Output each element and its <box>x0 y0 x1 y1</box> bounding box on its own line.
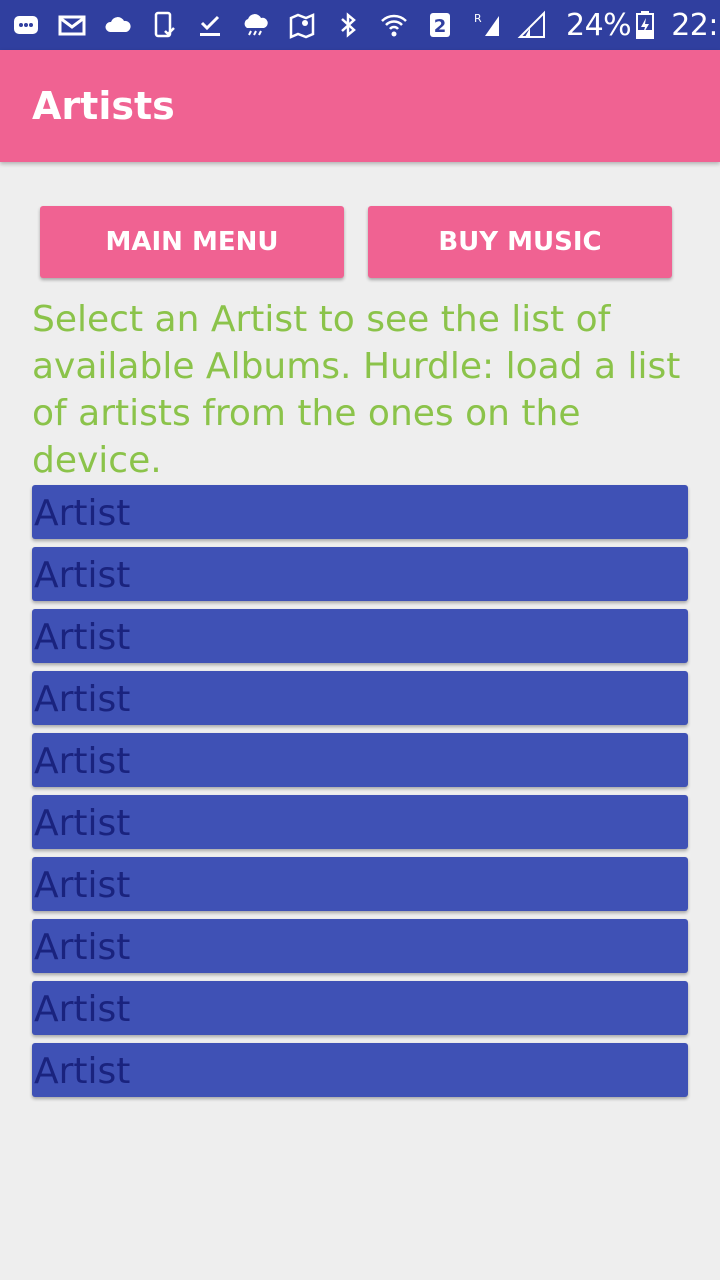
bluetooth-icon <box>332 10 364 40</box>
instructions-text: Select an Artist to see the list of avai… <box>32 299 681 481</box>
list-item[interactable]: Artist <box>32 671 688 725</box>
wifi-icon <box>378 10 410 40</box>
system-status: 2 R 24% 22:29 <box>332 0 720 50</box>
list-item[interactable]: Artist <box>32 733 688 787</box>
notification-icons <box>0 0 332 50</box>
mail-icon <box>56 10 88 40</box>
messaging-icon <box>10 10 42 40</box>
page-title: Artists <box>32 84 175 128</box>
list-item[interactable]: Artist <box>32 485 688 539</box>
list-item[interactable]: Artist <box>32 857 688 911</box>
app-bar: Artists <box>0 50 720 162</box>
main-menu-button[interactable]: MAIN MENU <box>40 206 344 278</box>
artist-list: Artist Artist Artist Artist Artist Artis… <box>32 485 688 1105</box>
list-item[interactable]: Artist <box>32 919 688 973</box>
list-item[interactable]: Artist <box>32 795 688 849</box>
list-item[interactable]: Artist <box>32 981 688 1035</box>
download-done-icon <box>194 10 226 40</box>
signal-icon <box>516 10 548 40</box>
svg-text:R: R <box>474 12 482 25</box>
phone-check-icon <box>148 10 180 40</box>
cloud-rain-icon <box>240 10 272 40</box>
sim-2-icon: 2 <box>424 10 456 40</box>
cloud-icon <box>102 10 134 40</box>
list-item[interactable]: Artist <box>32 1043 688 1097</box>
battery-percent: 24% <box>566 7 632 43</box>
buy-music-button[interactable]: BUY MUSIC <box>368 206 672 278</box>
battery-charging-icon <box>635 10 655 40</box>
map-icon <box>286 10 318 40</box>
list-item[interactable]: Artist <box>32 609 688 663</box>
list-item[interactable]: Artist <box>32 547 688 601</box>
signal-roaming-icon: R <box>470 10 502 40</box>
status-bar: 2 R 24% 22:29 <box>0 0 720 50</box>
svg-text:2: 2 <box>434 16 447 37</box>
clock: 22:29 <box>671 7 720 43</box>
